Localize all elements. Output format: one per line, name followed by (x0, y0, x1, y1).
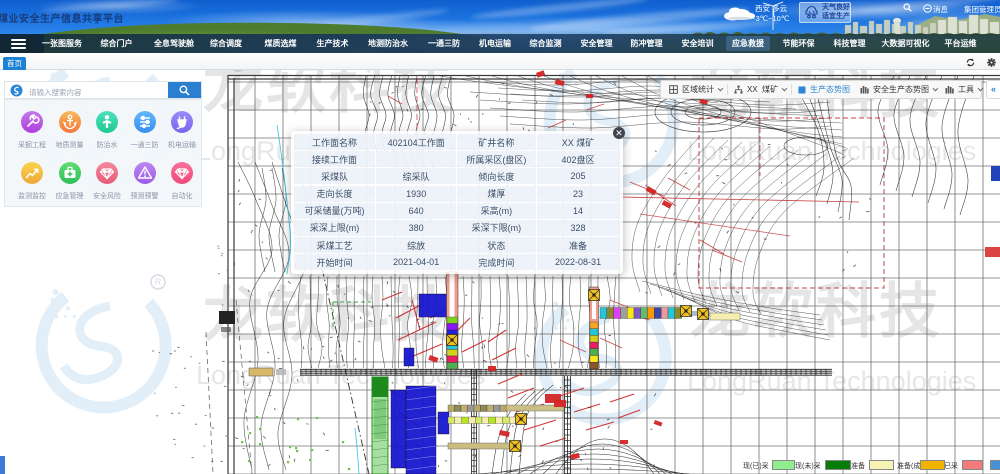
svg-text:LongRuan Technologies: LongRuan Technologies (687, 366, 976, 396)
svg-text:龙软科技: 龙软科技 (203, 70, 455, 120)
svg-text:龙软科技: 龙软科技 (203, 282, 455, 349)
svg-text:R: R (155, 277, 162, 287)
svg-text:龙软科技: 龙软科技 (690, 278, 942, 345)
